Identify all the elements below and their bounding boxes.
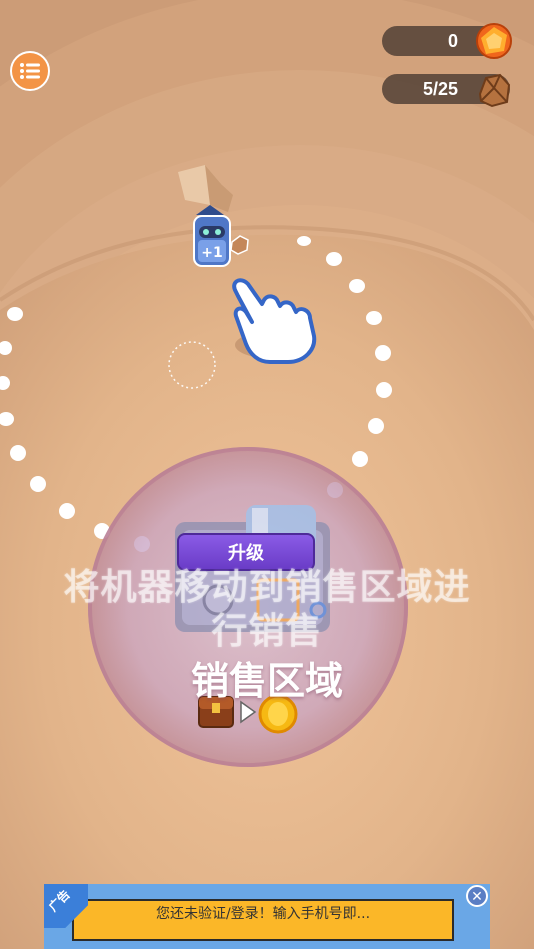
coin-count: 0 [447,30,458,51]
orange-gem-coin-icon [476,23,512,59]
list-menu-icon [20,63,40,79]
instruction-line-1: 将机器移动到销售区域进 [63,567,471,608]
menu-button[interactable] [10,51,50,91]
ad-message: 您还未验证/登录！输入手机号即... [155,906,371,922]
ore-count: 5/25 [422,78,458,99]
robot-badge: +1 [201,245,222,261]
close-icon: ✕ [471,888,483,904]
ad-tag: 广告 [44,884,88,928]
ore-rock-icon [478,73,511,108]
ad-banner[interactable]: 您还未验证/登录！输入手机号即... [44,884,490,949]
ad-close-button[interactable]: ✕ [466,885,488,907]
instruction-line-2: 行销售 [211,611,323,652]
ad-message-box[interactable]: 您还未验证/登录！输入手机号即... [72,899,454,941]
game-scene[interactable]: +1 [0,0,534,949]
tutorial-instruction: 将机器移动到销售区域进 行销售 [0,566,534,654]
selling-zone-title: 销售区域 [190,659,343,703]
